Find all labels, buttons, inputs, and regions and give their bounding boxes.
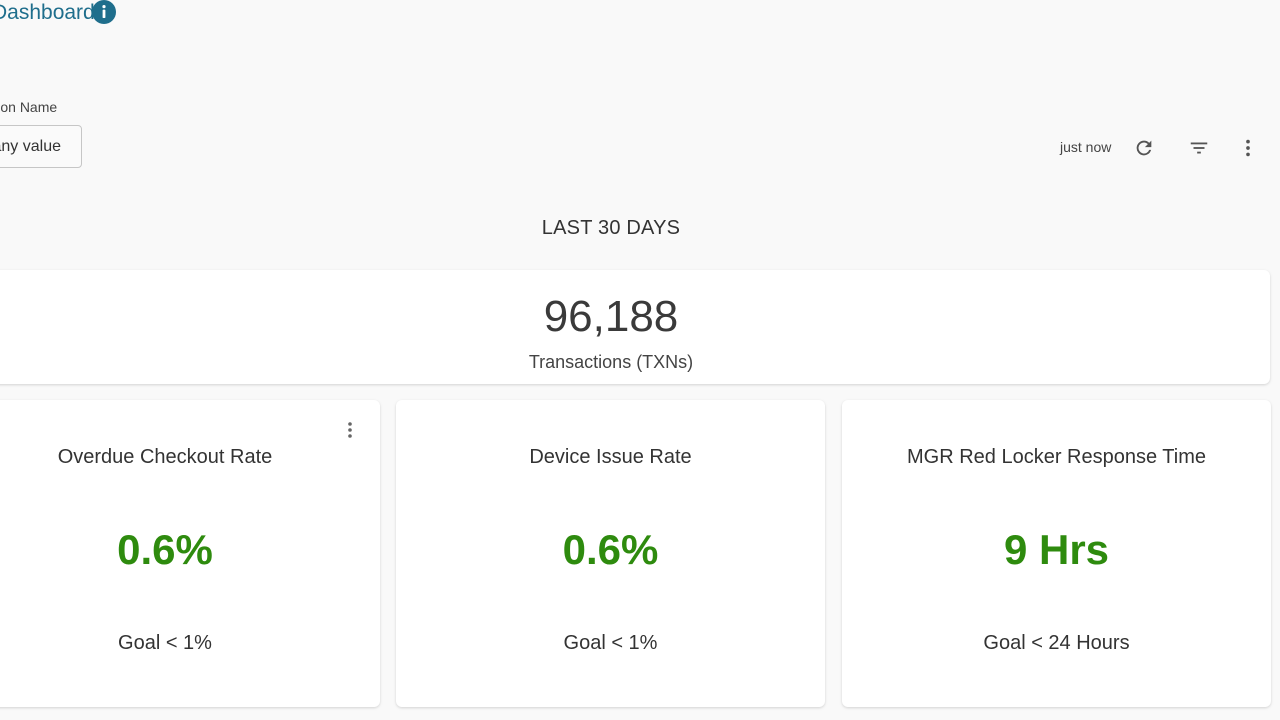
refresh-icon: [1136, 140, 1152, 156]
more-vertical-icon: [348, 422, 352, 438]
refresh-button[interactable]: [1130, 134, 1158, 162]
metric-title: Device Issue Rate: [529, 446, 692, 468]
metric-goal: Goal < 1%: [118, 632, 212, 654]
filter-label: Location Name: [0, 99, 57, 115]
section-title: LAST 30 DAYS: [0, 217, 1222, 240]
dashboard-page: Dashboard Location Name is any value jus…: [0, 0, 1280, 720]
last-updated-value: just now: [1060, 139, 1112, 155]
section-title-text: LAST 30 DAYS: [541, 217, 681, 239]
metric-title: MGR Red Locker Response Time: [906, 446, 1206, 468]
metric-card-mgr-red-locker-response-time: MGR Red Locker Response Time 9 Hrs Goal …: [842, 400, 1271, 707]
info-icon[interactable]: [92, 0, 116, 24]
filter-button[interactable]: [1185, 134, 1213, 162]
location-name-filter-input[interactable]: is any value: [0, 125, 82, 168]
more-options-button[interactable]: [1234, 134, 1262, 162]
metric-title: Overdue Checkout Rate: [57, 446, 273, 468]
transactions-total-value: 96,188: [543, 292, 679, 341]
metric-card-overdue-checkout-rate: Overdue Checkout Rate 0.6% Goal < 1%: [0, 400, 380, 707]
metric-goal: Goal < 24 Hours: [983, 632, 1130, 654]
filter-value: is any value: [0, 137, 61, 155]
metric-card-device-issue-rate: Device Issue Rate 0.6% Goal < 1%: [396, 400, 825, 707]
metric-goal: Goal < 1%: [563, 632, 658, 654]
transactions-total-label: Transactions (TXNs): [528, 352, 694, 372]
metric-value: 0.6%: [117, 526, 213, 573]
info-glyph: [102, 5, 106, 18]
transactions-total-card: 96,188 Transactions (TXNs): [0, 270, 1270, 384]
more-vertical-icon: [1246, 139, 1250, 157]
page-title: Dashboard: [0, 0, 95, 26]
filter-label-text: Location Name: [0, 99, 58, 115]
metric-value: 0.6%: [562, 526, 659, 573]
page-title-text: Dashboard: [0, 1, 95, 24]
filter-icon: [1190, 142, 1208, 154]
last-updated-text: just now: [1060, 139, 1111, 155]
card-menu-button[interactable]: [340, 418, 360, 442]
metric-value: 9 Hrs: [1003, 526, 1110, 573]
